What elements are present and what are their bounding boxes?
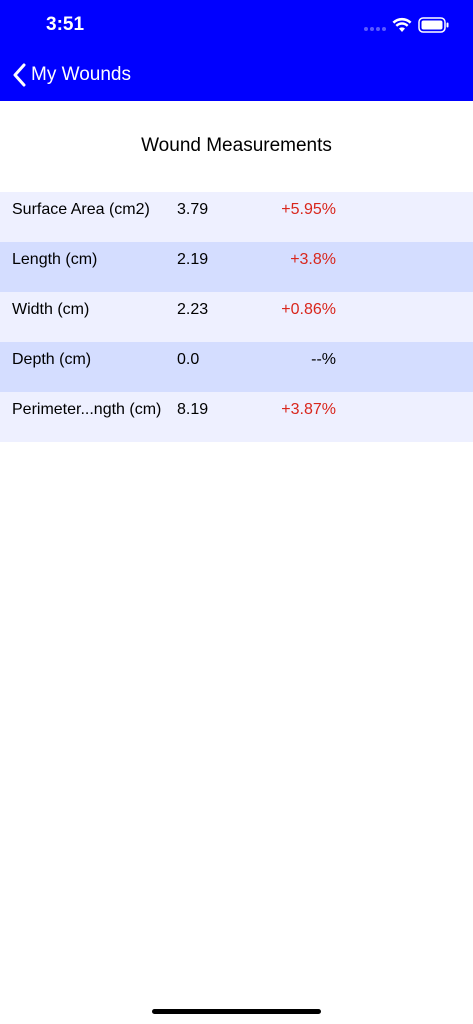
back-button-label: My Wounds: [31, 64, 131, 85]
measurement-value: 3.79: [177, 201, 209, 218]
measurement-label: Perimeter...ngth (cm): [12, 401, 162, 418]
measurement-value: 2.23: [177, 301, 209, 318]
measurement-label: Depth (cm): [12, 351, 92, 368]
measurement-change: --%: [311, 351, 336, 368]
back-button[interactable]: My Wounds: [12, 58, 131, 92]
measurement-change: +0.86%: [281, 301, 336, 318]
measurement-change: +3.87%: [281, 401, 336, 418]
wifi-icon: [392, 17, 412, 32]
measurement-label: Surface Area (cm2): [12, 201, 150, 218]
table-row[interactable]: Depth (cm) 0.0 --%: [0, 342, 473, 392]
home-indicator[interactable]: [152, 1009, 321, 1014]
measurements-table: Surface Area (cm2) 3.79 +5.95% Length (c…: [0, 192, 473, 442]
table-row[interactable]: Perimeter...ngth (cm) 8.19 +3.87%: [0, 392, 473, 442]
measurement-label: Width (cm): [12, 301, 90, 318]
measurement-change: +3.8%: [290, 251, 336, 268]
table-row[interactable]: Length (cm) 2.19 +3.8%: [0, 242, 473, 292]
status-time: 3:51: [46, 14, 85, 35]
measurement-value: 8.19: [177, 401, 209, 418]
battery-icon: [418, 17, 449, 33]
table-row[interactable]: Width (cm) 2.23 +0.86%: [0, 292, 473, 342]
measurement-change: +5.95%: [281, 201, 336, 218]
measurement-label: Length (cm): [12, 251, 98, 268]
measurement-value: 2.19: [177, 251, 209, 268]
measurement-value: 0.0: [177, 351, 200, 368]
chevron-left-icon: [13, 63, 26, 87]
navigation-header: 3:51 My Wounds: [0, 0, 473, 101]
page-title: Wound Measurements: [141, 135, 332, 156]
cellular-signal-icon: [364, 27, 386, 31]
table-row[interactable]: Surface Area (cm2) 3.79 +5.95%: [0, 192, 473, 242]
